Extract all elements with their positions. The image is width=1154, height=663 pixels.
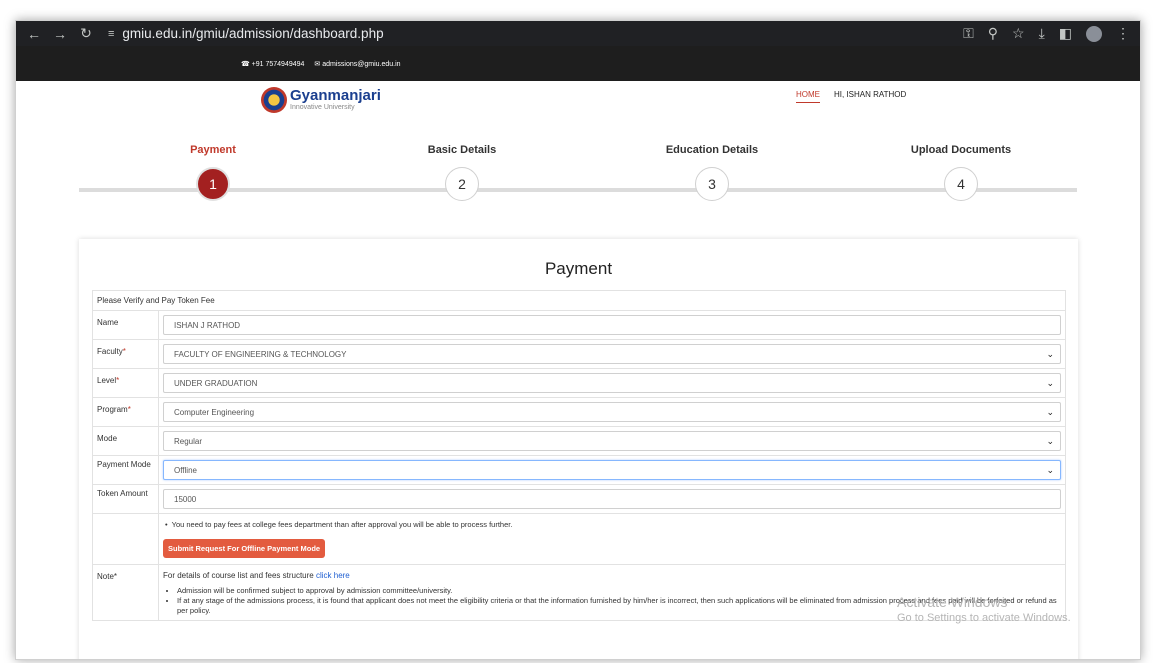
name-field[interactable]: ISHAN J RATHOD [163, 315, 1061, 335]
program-select[interactable]: Computer Engineering ⌄ [163, 402, 1061, 422]
program-label: Program [97, 405, 128, 414]
profile-avatar-icon[interactable] [1086, 25, 1102, 42]
back-arrow-icon[interactable]: ← [24, 26, 44, 42]
chevron-down-icon: ⌄ [1046, 348, 1054, 359]
table-row: Note* For details of course list and fee… [92, 564, 1066, 621]
required-mark: * [127, 405, 131, 414]
browser-toolbar: ← → ↻ ≡ gmiu.edu.in/gmiu/admission/dashb… [16, 21, 1140, 46]
menu-home-link[interactable]: HOME [796, 90, 820, 103]
table-row: Level* UNDER GRADUATION ⌄ [92, 368, 1066, 398]
more-menu-icon[interactable]: ⋮ [1116, 25, 1130, 42]
chevron-down-icon: ⌄ [1046, 377, 1054, 388]
required-mark: * [116, 376, 120, 385]
step-number: 3 [695, 167, 729, 201]
url-text[interactable]: gmiu.edu.in/gmiu/admission/dashboard.php [122, 26, 383, 41]
step-education-details[interactable]: Education Details 3 [612, 141, 812, 201]
chevron-down-icon: ⌄ [1046, 435, 1054, 446]
step-label: Upload Documents [910, 144, 1012, 156]
required-mark: * [122, 347, 126, 356]
table-row: Program* Computer Engineering ⌄ [92, 397, 1066, 427]
token-amount-field[interactable]: 15000 [163, 489, 1061, 509]
name-label: Name [92, 310, 159, 340]
name-value: ISHAN J RATHOD [174, 320, 241, 330]
empty-label-cell [92, 513, 159, 565]
level-value: UNDER GRADUATION [174, 378, 258, 388]
step-label: Basic Details [427, 144, 497, 156]
step-label: Payment [190, 144, 236, 156]
sidepanel-icon[interactable]: ◧ [1059, 25, 1072, 42]
logo-name: Gyanmanjari [290, 87, 381, 104]
mode-select[interactable]: Regular ⌄ [163, 431, 1061, 451]
token-amount-label: Token Amount [92, 484, 159, 514]
forward-arrow-icon[interactable]: → [50, 26, 70, 42]
program-value: Computer Engineering [174, 407, 255, 417]
program-label-cell: Program* [92, 397, 159, 427]
payment-mode-select[interactable]: Offline ⌄ [163, 460, 1061, 480]
download-icon[interactable]: ⤓ [1039, 25, 1045, 42]
faculty-label: Faculty [97, 347, 123, 356]
reload-icon[interactable]: ↻ [76, 25, 96, 42]
note-label: Note* [92, 564, 159, 621]
offline-notice: • You need to pay fees at college fees de… [163, 520, 1061, 529]
form-intro: Please Verify and Pay Token Fee [92, 290, 1066, 311]
site-settings-icon[interactable]: ≡ [108, 28, 114, 40]
password-key-icon[interactable]: ⚿ [963, 25, 974, 42]
step-label: Education Details [665, 144, 759, 156]
step-number: 4 [944, 167, 978, 201]
table-row: • You need to pay fees at college fees de… [92, 513, 1066, 565]
table-row: Token Amount 15000 [92, 484, 1066, 514]
note-list: Admission will be confirmed subject to a… [163, 586, 1061, 616]
logo-tagline: Innovative University [290, 104, 355, 111]
note-heading-text: For details of course list and fees stru… [163, 571, 316, 580]
level-label-cell: Level* [92, 368, 159, 398]
fees-structure-link[interactable]: click here [316, 571, 350, 580]
table-row: Payment Mode Offline ⌄ [92, 455, 1066, 485]
step-number: 1 [196, 167, 230, 201]
address-bar[interactable]: ≡ gmiu.edu.in/gmiu/admission/dashboard.p… [108, 26, 963, 41]
list-item: Admission will be confirmed subject to a… [177, 586, 1061, 596]
university-logo[interactable]: Gyanmanjari Innovative University [261, 87, 381, 113]
email-contact[interactable]: ✉ admissions@gmiu.edu.in [314, 60, 400, 68]
progress-stepper: Payment 1 Basic Details 2 Education Deta… [16, 141, 1140, 211]
step-basic-details[interactable]: Basic Details 2 [362, 141, 562, 201]
note-heading: For details of course list and fees stru… [163, 571, 1061, 580]
token-amount-value: 15000 [174, 494, 197, 504]
step-number: 2 [445, 167, 479, 201]
offline-notice-text: You need to pay fees at college fees dep… [171, 520, 513, 529]
phone-contact[interactable]: ☎ +91 7574949494 [241, 60, 304, 68]
table-row: Mode Regular ⌄ [92, 426, 1066, 456]
mode-label: Mode [92, 426, 159, 456]
university-emblem-icon [261, 87, 287, 113]
payment-form-table: Please Verify and Pay Token Fee Name ISH… [92, 290, 1066, 621]
step-upload-documents[interactable]: Upload Documents 4 [861, 141, 1061, 201]
list-item: If at any stage of the admissions proces… [177, 596, 1061, 616]
contact-topbar: ☎ +91 7574949494 ✉ admissions@gmiu.edu.i… [16, 46, 1140, 81]
bookmark-star-icon[interactable]: ☆ [1012, 25, 1025, 42]
bullet-icon: • [165, 520, 168, 529]
zoom-icon[interactable]: ⚲ [988, 25, 998, 42]
table-row: Name ISHAN J RATHOD [92, 310, 1066, 340]
payment-mode-value: Offline [174, 465, 197, 475]
menu-user-greeting[interactable]: HI, ISHAN RATHOD [834, 90, 906, 103]
submit-offline-request-button[interactable]: Submit Request For Offline Payment Mode [163, 539, 326, 558]
faculty-label-cell: Faculty* [92, 339, 159, 369]
faculty-select[interactable]: FACULTY OF ENGINEERING & TECHNOLOGY ⌄ [163, 344, 1061, 364]
table-row: Faculty* FACULTY OF ENGINEERING & TECHNO… [92, 339, 1066, 369]
chevron-down-icon: ⌄ [1046, 406, 1054, 417]
level-select[interactable]: UNDER GRADUATION ⌄ [163, 373, 1061, 393]
chevron-down-icon: ⌄ [1046, 464, 1054, 475]
mode-value: Regular [174, 436, 203, 446]
payment-card: Payment Please Verify and Pay Token Fee … [79, 239, 1078, 659]
step-payment[interactable]: Payment 1 [113, 141, 313, 201]
main-menu: HOME HI, ISHAN RATHOD [796, 90, 906, 103]
card-title: Payment [544, 259, 613, 278]
level-label: Level [97, 376, 117, 385]
site-header: Gyanmanjari Innovative University HOME H… [16, 81, 1140, 141]
payment-mode-label: Payment Mode [92, 455, 159, 485]
browser-window: ← → ↻ ≡ gmiu.edu.in/gmiu/admission/dashb… [15, 20, 1141, 660]
faculty-value: FACULTY OF ENGINEERING & TECHNOLOGY [174, 349, 347, 359]
